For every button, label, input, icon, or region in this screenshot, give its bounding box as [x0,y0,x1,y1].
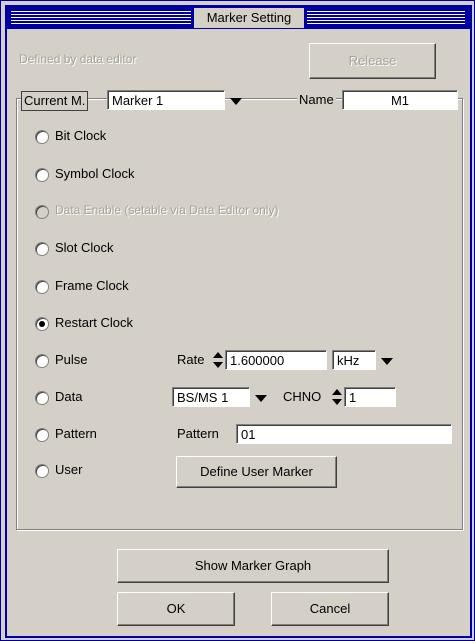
cancel-label: Cancel [309,601,351,616]
chevron-down-icon[interactable] [377,351,397,371]
defined-by-data-editor-label: Defined by data editor [19,52,137,66]
chevron-down-icon[interactable] [251,388,271,408]
chevron-down-icon[interactable] [226,91,246,111]
option-label-pulse: Pulse [55,352,88,367]
pattern-field[interactable]: 01 [236,424,452,444]
option-label-data-enable: Data Enable (setable via Data Editor onl… [55,203,279,217]
rate-label: Rate [177,352,205,367]
name-label: Name [297,92,336,107]
data-source-combo[interactable]: BS/MS 1 [172,387,267,407]
radio-symbol-clock[interactable] [35,168,49,182]
radio-data[interactable] [35,391,49,405]
current-marker-label: Current M. [21,91,89,111]
data-source-value: BS/MS 1 [177,390,229,405]
ok-button[interactable]: OK [117,592,235,626]
chno-spinner-icon[interactable] [331,387,343,407]
option-label-restart-clock: Restart Clock [55,315,134,330]
radio-pattern[interactable] [35,428,49,442]
option-label-pattern: Pattern [55,426,97,441]
radio-bit-clock[interactable] [35,130,49,144]
option-label-data: Data [55,389,83,404]
chno-value: 1 [349,390,357,405]
dialog-frame: Marker Setting Defined by data editor Re… [5,5,472,638]
option-label-user: User [55,462,83,477]
title-bar-lines-right [307,11,465,25]
radio-slot-clock[interactable] [35,242,49,256]
option-label-symbol-clock: Symbol Clock [55,166,135,181]
rate-field[interactable]: 1.600000 [225,350,327,370]
chno-field[interactable]: 1 [344,387,396,407]
define-user-marker-button[interactable]: Define User Marker [176,456,337,488]
name-value: M1 [390,93,410,108]
cancel-button[interactable]: Cancel [271,592,389,626]
pattern-label: Pattern [177,426,219,441]
chno-label: CHNO [283,389,322,404]
radio-restart-clock[interactable] [35,317,49,331]
ok-label: OK [166,601,186,616]
rate-spinner-icon[interactable] [212,350,224,370]
option-label-slot-clock: Slot Clock [55,240,114,255]
define-user-marker-label: Define User Marker [200,464,313,479]
show-marker-graph-button[interactable]: Show Marker Graph [117,549,389,583]
name-field[interactable]: M1 [342,90,458,110]
radio-data-enable[interactable] [35,205,49,219]
radio-pulse[interactable] [35,354,49,368]
rate-unit-value: kHz [337,353,360,368]
title-bar-lines-left [11,11,191,25]
show-marker-graph-label: Show Marker Graph [194,558,312,573]
rate-unit-combo[interactable]: kHz [332,350,393,370]
option-label-bit-clock: Bit Clock [55,128,107,143]
release-button-label: Release [348,53,397,68]
rate-value: 1.600000 [230,353,285,368]
radio-user[interactable] [35,464,49,478]
title-bar[interactable]: Marker Setting [7,7,470,29]
dialog-window: Marker Setting Defined by data editor Re… [0,0,475,641]
current-marker-value: Marker 1 [112,93,164,108]
radio-frame-clock[interactable] [35,280,49,294]
pattern-value: 01 [241,427,256,442]
option-label-frame-clock: Frame Clock [55,278,129,293]
window-title: Marker Setting [194,8,304,28]
release-button[interactable]: Release [309,43,436,79]
current-marker-combo[interactable]: Marker 1 [107,90,242,110]
